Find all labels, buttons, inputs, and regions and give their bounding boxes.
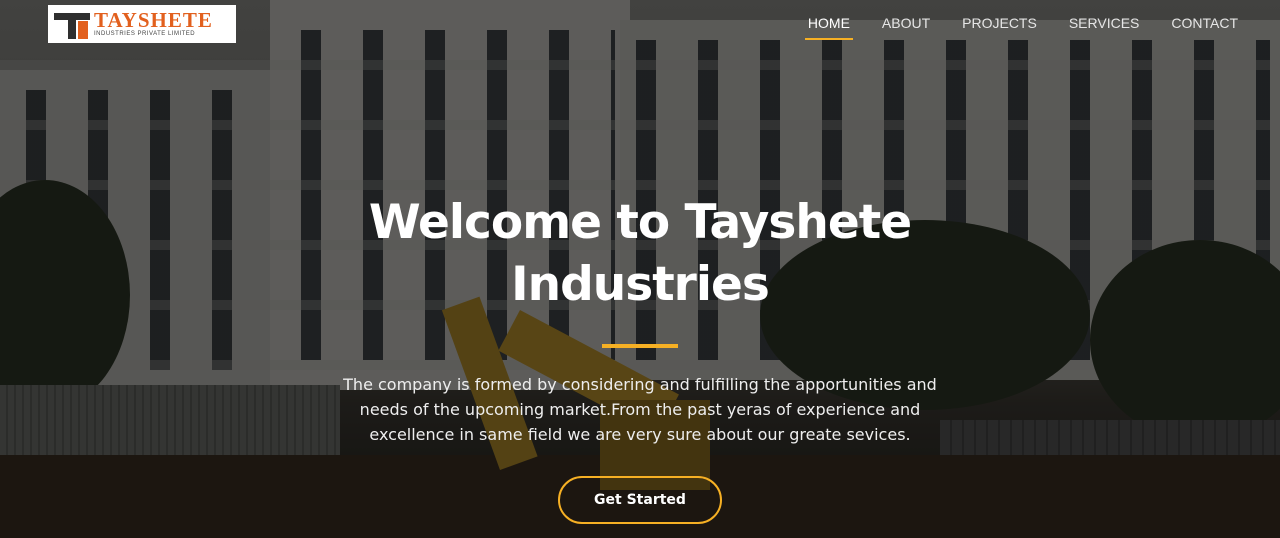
logo-tagline: INDUSTRIES PRIVATE LIMITED <box>94 31 196 37</box>
logo-name: TAYSHETE <box>94 8 213 32</box>
logo-text: TAYSHETE INDUSTRIES PRIVATE LIMITED <box>94 10 213 38</box>
hero-content: Welcome to Tayshete Industries The compa… <box>0 192 1280 524</box>
site-header: TAYSHETE INDUSTRIES PRIVATE LIMITED HOME… <box>0 0 1280 50</box>
logo-t-icon <box>54 9 92 39</box>
nav-projects[interactable]: PROJECTS <box>962 15 1037 40</box>
hero-description: The company is formed by considering and… <box>343 375 937 444</box>
nav-about[interactable]: ABOUT <box>882 15 930 40</box>
brand-logo[interactable]: TAYSHETE INDUSTRIES PRIVATE LIMITED <box>48 5 236 43</box>
nav-services[interactable]: SERVICES <box>1069 15 1140 40</box>
title-divider <box>602 344 678 348</box>
get-started-button[interactable]: Get Started <box>558 476 722 524</box>
hero-title: Welcome to Tayshete Industries <box>368 195 912 312</box>
nav-contact[interactable]: CONTACT <box>1171 15 1238 40</box>
main-nav: HOME ABOUT PROJECTS SERVICES CONTACT <box>804 15 1280 40</box>
nav-home[interactable]: HOME <box>804 15 853 40</box>
